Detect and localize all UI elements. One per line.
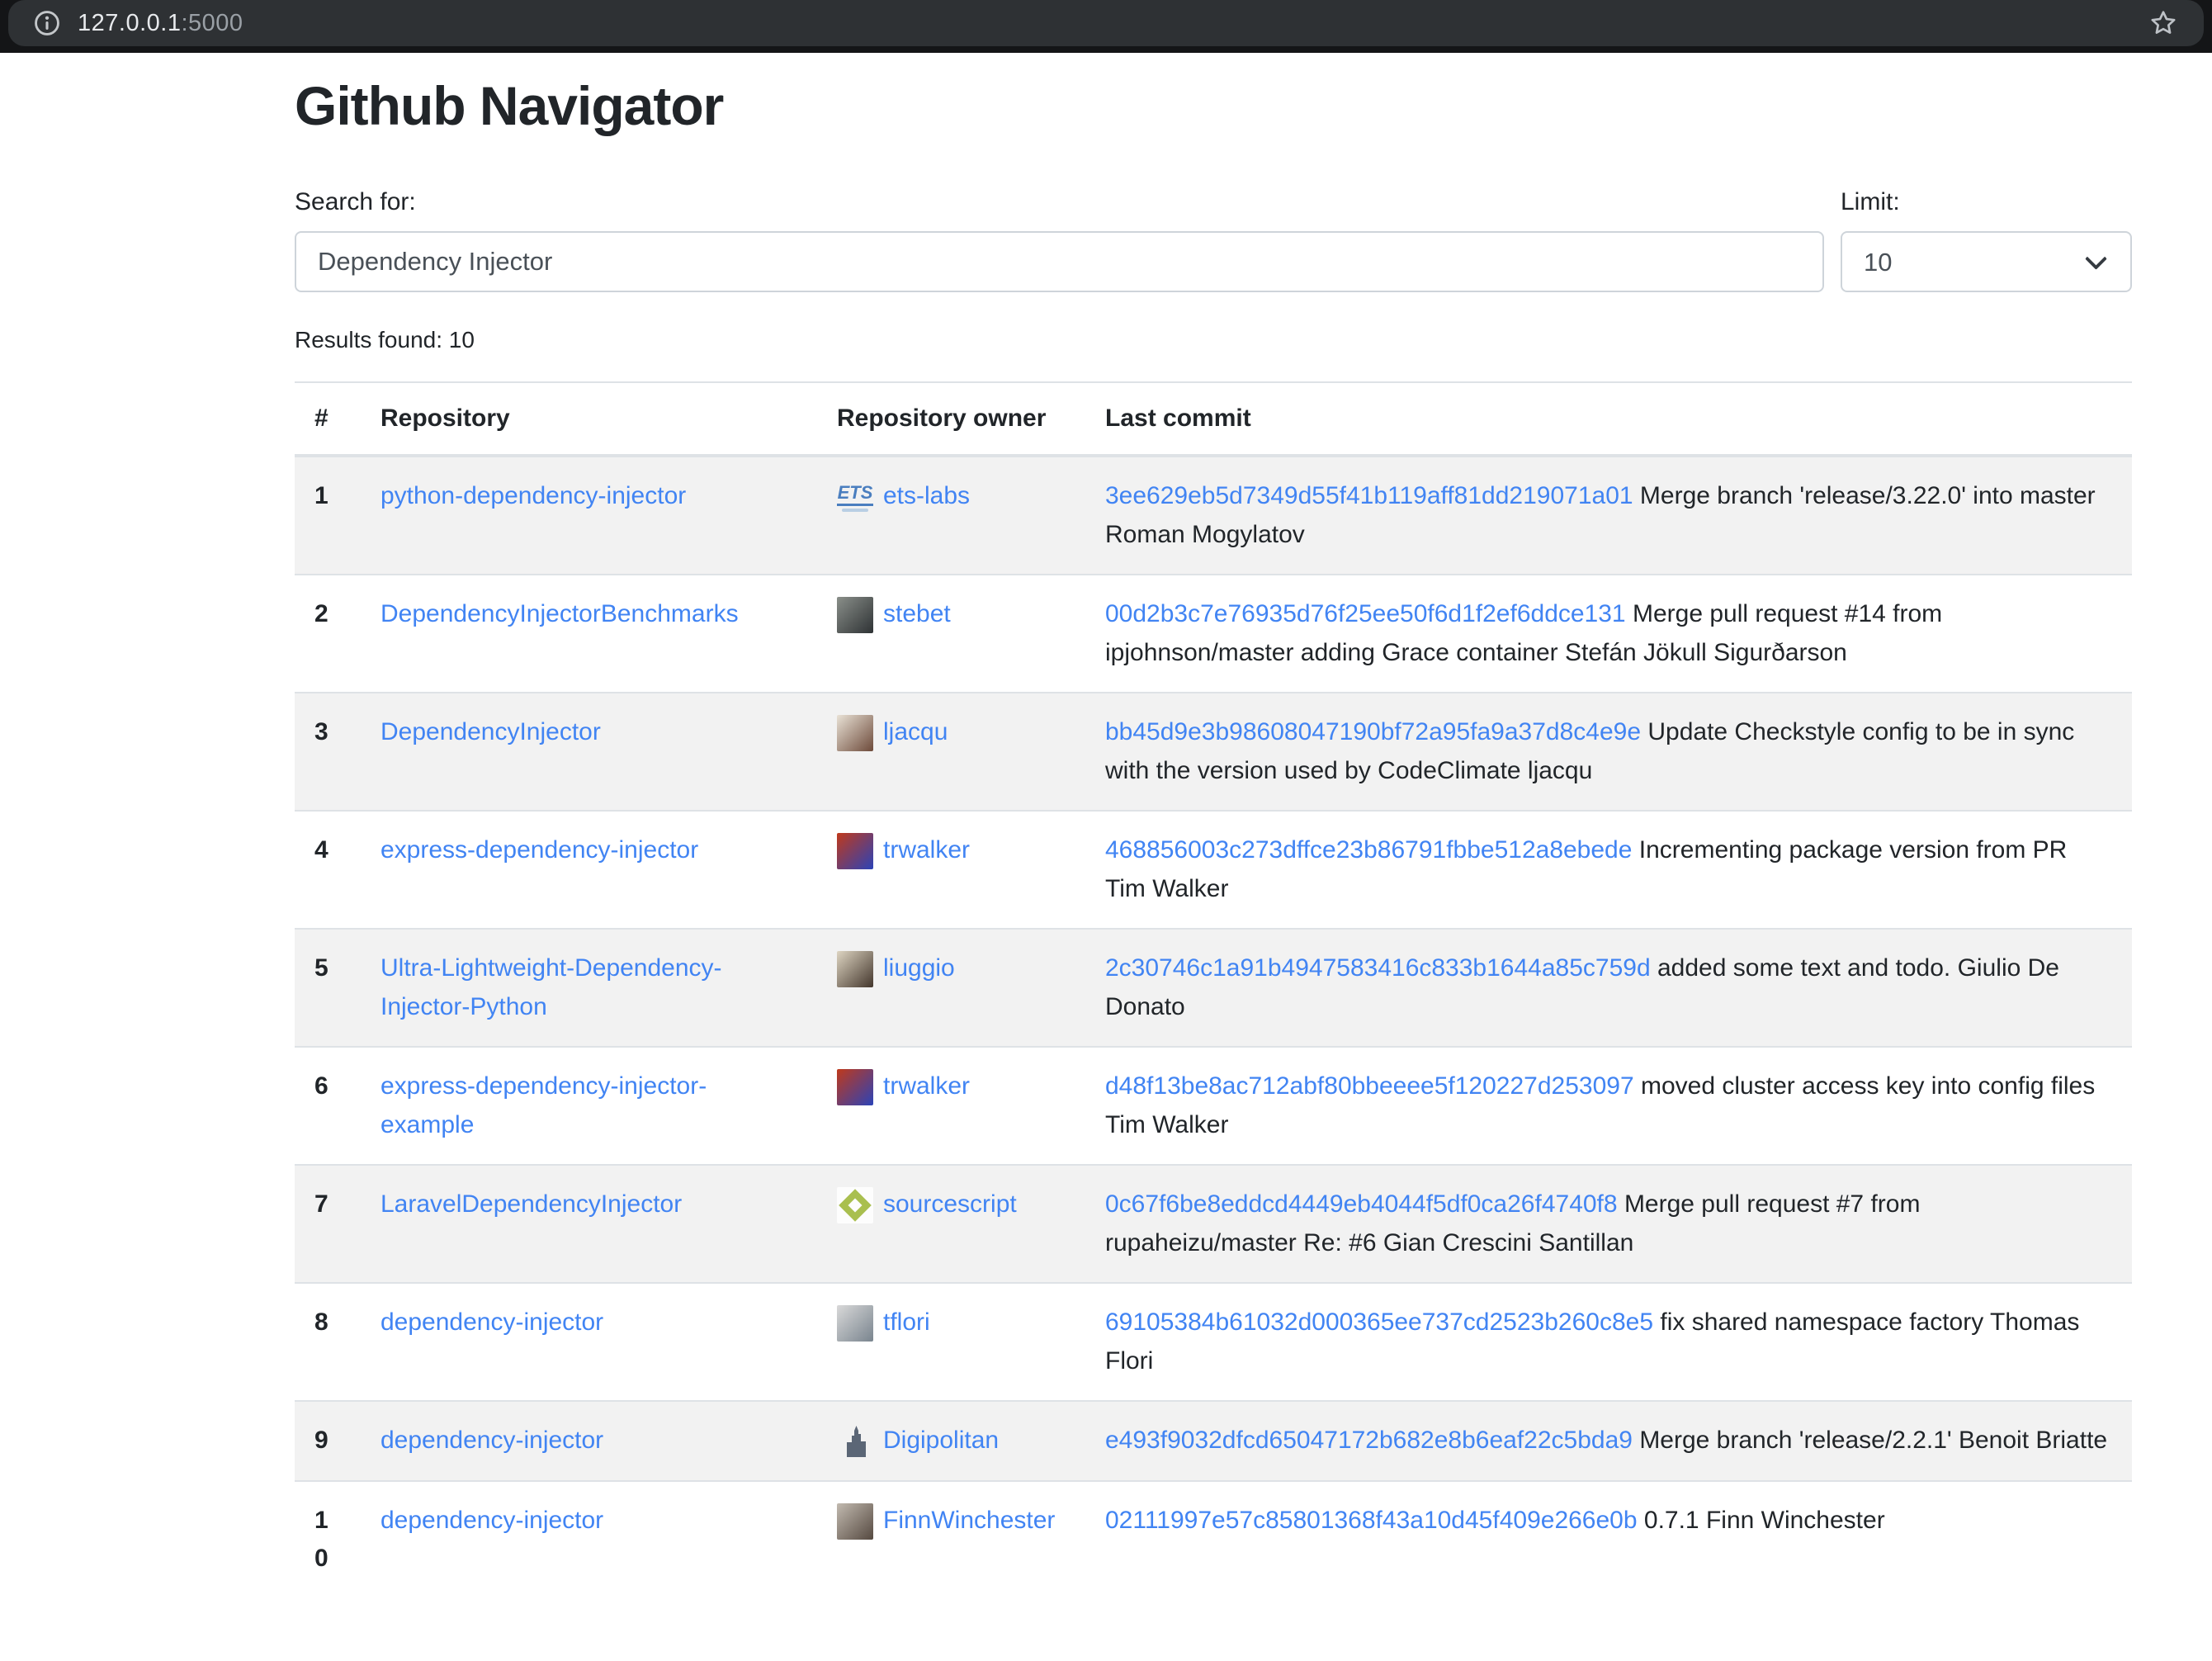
results-table: # Repository Repository owner Last commi… [295, 381, 2132, 1598]
owner-avatar: ETS [837, 479, 873, 515]
url-text: 127.0.0.1:5000 [78, 10, 243, 37]
repository-link[interactable]: dependency-injector [380, 1308, 603, 1336]
owner-link[interactable]: trwalker [883, 836, 970, 864]
repository-link[interactable]: express-dependency-injector [380, 836, 698, 864]
commit-hash-link[interactable]: 0c67f6be8eddcd4449eb4044f5df0ca26f4740f8 [1105, 1190, 1618, 1218]
commit-hash-link[interactable]: e493f9032dfcd65047172b682e8b6eaf22c5bda9 [1105, 1427, 1633, 1454]
page-title: Github Navigator [295, 74, 2132, 137]
commit-message: 0.7.1 Finn Winchester [1644, 1507, 1885, 1534]
commit-hash-link[interactable]: d48f13be8ac712abf80bbeeee5f120227d253097 [1105, 1072, 1634, 1100]
row-number: 4 [295, 811, 361, 929]
search-label: Search for: [295, 188, 1824, 216]
owner-link[interactable]: ljacqu [883, 718, 948, 745]
row-number: 7 [295, 1165, 361, 1283]
owner-avatar [837, 597, 873, 633]
bookmark-star-icon[interactable] [2148, 7, 2179, 39]
owner-avatar [837, 1305, 873, 1342]
repository-link[interactable]: DependencyInjectorBenchmarks [380, 600, 739, 627]
owner-link[interactable]: tflori [883, 1308, 930, 1336]
commit-hash-link[interactable]: 468856003c273dffce23b86791fbbe512a8ebede [1105, 836, 1632, 864]
owner-avatar [837, 1503, 873, 1540]
owner-link[interactable]: Digipolitan [883, 1427, 999, 1454]
owner-avatar [837, 1423, 873, 1460]
commit-hash-link[interactable]: 3ee629eb5d7349d55f41b119aff81dd219071a01 [1105, 482, 1633, 509]
table-header-row: # Repository Repository owner Last commi… [295, 382, 2132, 456]
owner-avatar [837, 715, 873, 751]
row-number: 3 [295, 693, 361, 811]
limit-select[interactable]: 10 [1841, 231, 2132, 292]
limit-label: Limit: [1841, 188, 2132, 216]
header-repository: Repository [361, 382, 817, 456]
row-number: 2 [295, 575, 361, 693]
header-last-commit: Last commit [1085, 382, 2132, 456]
table-row: 6 express-dependency-injector-example tr… [295, 1047, 2132, 1165]
page-info-icon[interactable] [33, 9, 61, 37]
row-number: 6 [295, 1047, 361, 1165]
owner-avatar [837, 1187, 873, 1223]
search-form: Search for: Limit: 10 [295, 188, 2132, 292]
owner-link[interactable]: FinnWinchester [883, 1507, 1055, 1534]
table-row: 3 DependencyInjector ljacqu bb45d9e3b986… [295, 693, 2132, 811]
table-row: 1 python-dependency-injector ETS ets-labs… [295, 456, 2132, 575]
header-repository-owner: Repository owner [817, 382, 1085, 456]
results-table-body: 1 python-dependency-injector ETS ets-labs… [295, 456, 2132, 1598]
header-number: # [295, 382, 361, 456]
owner-link[interactable]: sourcescript [883, 1190, 1017, 1218]
owner-link[interactable]: trwalker [883, 1072, 970, 1100]
owner-link[interactable]: liuggio [883, 954, 955, 982]
commit-hash-link[interactable]: 02111997e57c85801368f43a10d45f409e266e0b [1105, 1507, 1638, 1534]
commit-hash-link[interactable]: 00d2b3c7e76935d76f25ee50f6d1f2ef6ddce131 [1105, 600, 1626, 627]
owner-link[interactable]: stebet [883, 600, 951, 627]
url-port: :5000 [181, 10, 243, 36]
repository-link[interactable]: LaravelDependencyInjector [380, 1190, 682, 1218]
table-row: 10 dependency-injector FinnWinchester 02… [295, 1481, 2132, 1598]
browser-top-bar: 127.0.0.1:5000 [0, 0, 2212, 53]
repository-link[interactable]: dependency-injector [380, 1427, 603, 1454]
table-row: 9 dependency-injector Digipolitan e493f9… [295, 1401, 2132, 1481]
repository-link[interactable]: dependency-injector [380, 1507, 603, 1534]
search-input[interactable] [295, 231, 1824, 292]
owner-avatar [837, 1069, 873, 1105]
row-number: 10 [295, 1481, 361, 1598]
address-bar[interactable]: 127.0.0.1:5000 [8, 0, 2204, 46]
repository-link[interactable]: express-dependency-injector-example [380, 1072, 707, 1138]
commit-hash-link[interactable]: 2c30746c1a91b4947583416c833b1644a85c759d [1105, 954, 1651, 982]
building-logo [837, 1423, 873, 1460]
owner-avatar [837, 833, 873, 869]
table-row: 7 LaravelDependencyInjector sourcescript… [295, 1165, 2132, 1283]
commit-hash-link[interactable]: bb45d9e3b98608047190bf72a95fa9a37d8c4e9e [1105, 718, 1641, 745]
row-number: 9 [295, 1401, 361, 1481]
repository-link[interactable]: DependencyInjector [380, 718, 601, 745]
commit-hash-link[interactable]: 69105384b61032d000365ee737cd2523b260c8e5 [1105, 1308, 1653, 1336]
main-container: Github Navigator Search for: Limit: 10 R… [295, 74, 2132, 1598]
ets-logo: ETS [837, 482, 873, 506]
table-row: 8 dependency-injector tflori 69105384b61… [295, 1283, 2132, 1401]
url-host: 127.0.0.1 [78, 10, 181, 36]
commit-message: Merge branch 'release/2.2.1' Benoit Bria… [1639, 1427, 2107, 1454]
repository-link[interactable]: python-dependency-injector [380, 482, 686, 509]
row-number: 5 [295, 929, 361, 1047]
owner-link[interactable]: ets-labs [883, 482, 970, 509]
table-row: 2 DependencyInjectorBenchmarks stebet 00… [295, 575, 2132, 693]
results-count: Results found: 10 [295, 327, 2132, 353]
table-row: 5 Ultra-Lightweight-Dependency-Injector-… [295, 929, 2132, 1047]
row-number: 8 [295, 1283, 361, 1401]
row-number: 1 [295, 456, 361, 575]
diamond-logo [839, 1189, 872, 1222]
table-row: 4 express-dependency-injector trwalker 4… [295, 811, 2132, 929]
repository-link[interactable]: Ultra-Lightweight-Dependency-Injector-Py… [380, 954, 722, 1020]
owner-avatar [837, 951, 873, 987]
